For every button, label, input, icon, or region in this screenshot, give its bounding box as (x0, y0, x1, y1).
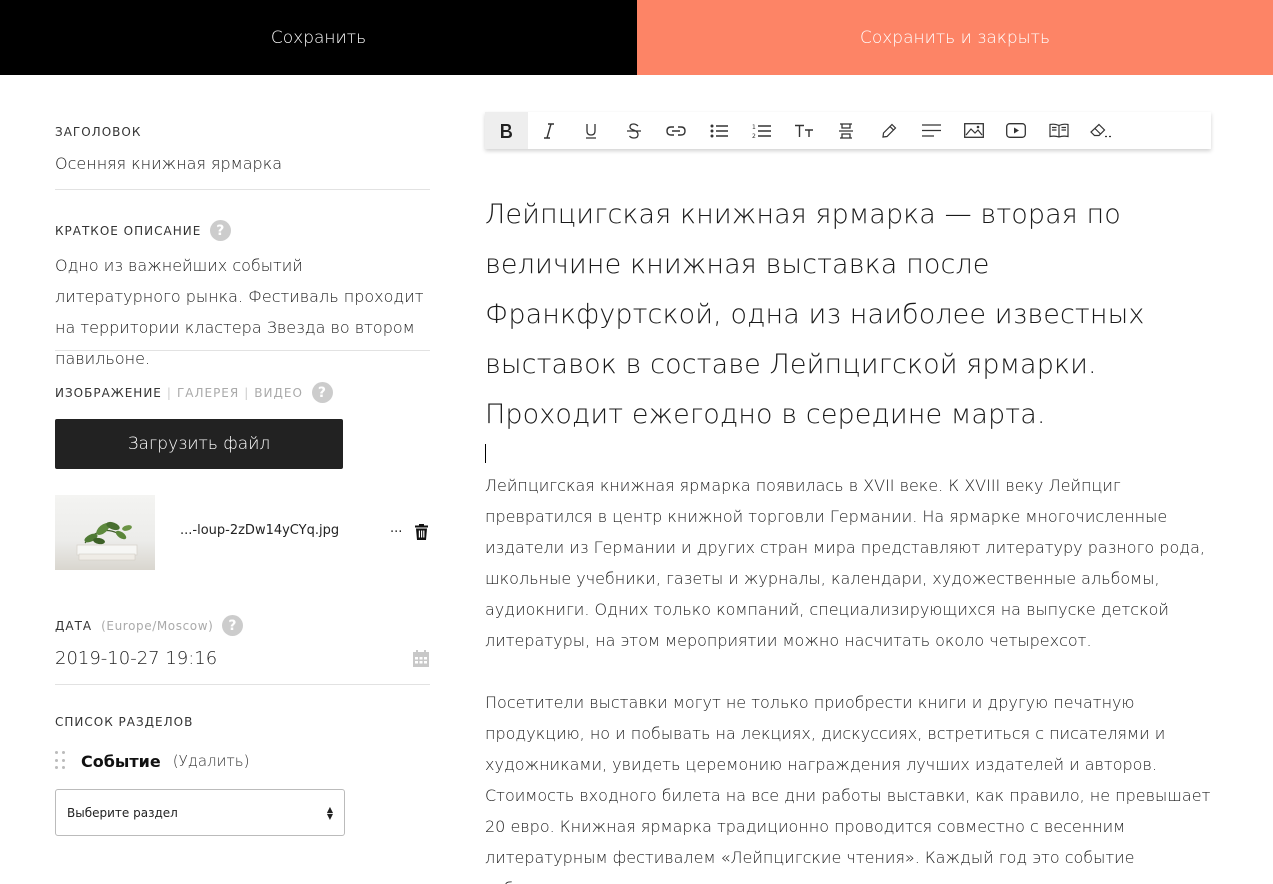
body-paragraph[interactable]: Посетители выставки могут не только прио… (485, 687, 1215, 884)
calendar-icon[interactable] (413, 650, 429, 671)
sections-label: СПИСОК РАЗДЕЛОВ (55, 715, 194, 729)
bold-icon[interactable] (485, 112, 528, 149)
svg-text:2: 2 (752, 133, 756, 139)
select-arrows-icon: ▲ ▼ (326, 804, 333, 821)
divider (55, 189, 430, 190)
timezone-label: (Europe/Moscow) (101, 618, 214, 633)
text-size-icon[interactable] (783, 112, 826, 149)
drag-handle-icon[interactable] (55, 751, 67, 771)
tab-image[interactable]: ИЗОБРАЖЕНИЕ (55, 386, 162, 400)
align-icon[interactable] (910, 112, 953, 149)
tab-video[interactable]: ВИДЕО (254, 386, 303, 400)
section-name: Событие (81, 751, 161, 771)
file-name: ...-loup-2zDw14yCYq.jpg (180, 523, 340, 538)
title-label: ЗАГОЛОВОК (55, 125, 142, 139)
marker-icon[interactable] (868, 112, 911, 149)
link-icon[interactable] (655, 112, 698, 149)
svg-text:1: 1 (752, 124, 756, 131)
date-label: ДАТА (Europe/Moscow) ? (55, 615, 244, 636)
title-input[interactable]: Осенняя книжная ярмарка (55, 154, 282, 173)
editor-toolbar: 12 (485, 112, 1211, 149)
eraser-icon[interactable] (1080, 112, 1123, 149)
lead-paragraph[interactable]: Лейпцигская книжная ярмарка — вторая по … (485, 190, 1215, 440)
save-button[interactable]: Сохранить (0, 0, 637, 75)
save-and-close-button[interactable]: Сохранить и закрыть (637, 0, 1273, 75)
divider (55, 350, 430, 351)
book-icon[interactable] (1038, 112, 1081, 149)
tab-gallery[interactable]: ГАЛЕРЕЯ (177, 386, 239, 400)
text-cursor (485, 444, 486, 463)
media-type-tabs: ИЗОБРАЖЕНИЕ | ГАЛЕРЕЯ | ВИДЕО ? (55, 382, 333, 403)
image-thumbnail (55, 495, 155, 570)
help-icon[interactable]: ? (210, 220, 232, 241)
trash-icon[interactable] (415, 524, 428, 544)
section-delete-link[interactable]: (Удалить) (173, 752, 250, 770)
body-paragraph[interactable]: Лейпцигская книжная ярмарка появилась в … (485, 470, 1215, 656)
bullet-list-icon[interactable] (698, 112, 741, 149)
top-action-bar: Сохранить Сохранить и закрыть (0, 0, 1273, 75)
description-label: КРАТКОЕ ОПИСАНИЕ ? (55, 220, 232, 241)
upload-file-button[interactable]: Загрузить файл (55, 419, 343, 469)
numbered-list-icon[interactable]: 12 (740, 112, 783, 149)
image-icon[interactable] (953, 112, 996, 149)
section-item: Событие (Удалить) (55, 751, 249, 771)
underline-icon[interactable] (570, 112, 613, 149)
date-input[interactable]: 2019-10-27 19:16 (55, 648, 217, 669)
divider (55, 684, 430, 685)
file-name-ellipsis: ... (390, 521, 403, 536)
help-icon[interactable]: ? (222, 615, 244, 636)
divider-icon[interactable] (825, 112, 868, 149)
strikethrough-icon[interactable] (613, 112, 656, 149)
rich-text-editor[interactable]: Лейпцигская книжная ярмарка — вторая по … (485, 190, 1215, 884)
italic-icon[interactable] (528, 112, 571, 149)
description-input[interactable]: Одно из важнейших событий литературного … (55, 250, 425, 374)
video-icon[interactable] (995, 112, 1038, 149)
help-icon[interactable]: ? (311, 382, 333, 403)
section-select[interactable]: Выберите раздел ▲ ▼ (55, 789, 345, 836)
